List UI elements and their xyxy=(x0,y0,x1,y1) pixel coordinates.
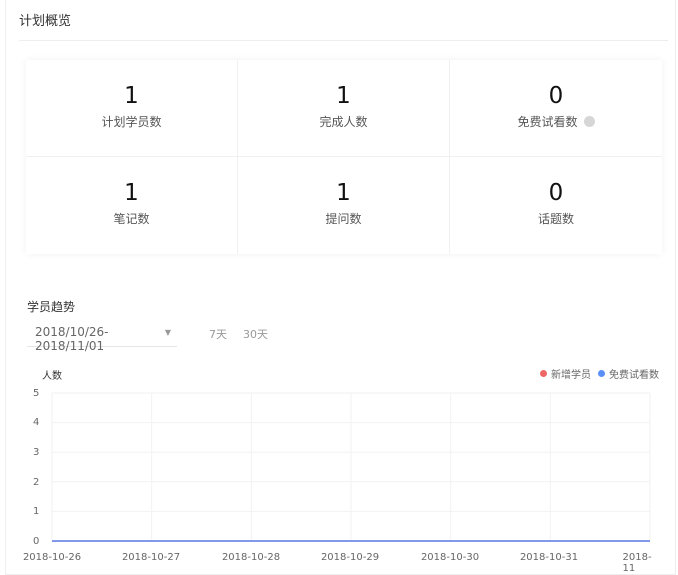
trend-line-chart xyxy=(51,392,651,542)
